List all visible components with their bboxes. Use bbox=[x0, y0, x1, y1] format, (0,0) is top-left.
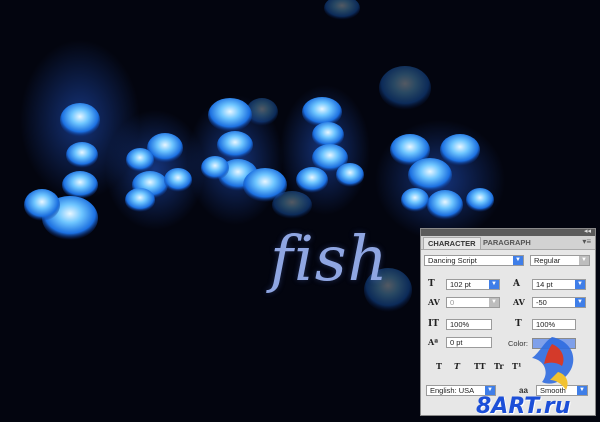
panel-tabs: CHARACTER PARAGRAPH ▾≡ bbox=[421, 236, 595, 250]
tab-paragraph[interactable]: PARAGRAPH bbox=[479, 237, 535, 248]
chevron-down-icon: ▼ bbox=[489, 280, 499, 289]
panel-menu-icon[interactable]: ▾≡ bbox=[582, 237, 591, 246]
font-family-value: Dancing Script bbox=[428, 256, 477, 265]
horizontal-scale-field[interactable]: 100% bbox=[532, 319, 576, 330]
tracking-value: -50 bbox=[536, 298, 547, 307]
vertical-scale-field[interactable]: 100% bbox=[446, 319, 492, 330]
faux-italic-button[interactable]: T bbox=[454, 361, 460, 371]
chevron-down-icon: ▼ bbox=[575, 280, 585, 289]
chevron-down-icon: ▼ bbox=[513, 256, 523, 265]
font-style-select[interactable]: Regular ▼ bbox=[530, 255, 590, 266]
kerning-icon: AV bbox=[428, 297, 440, 307]
kerning-field[interactable]: 0 ▼ bbox=[446, 297, 500, 308]
chevron-down-icon: ▼ bbox=[579, 256, 589, 265]
language-value: English: USA bbox=[430, 386, 475, 395]
chevron-down-icon: ▼ bbox=[489, 298, 499, 307]
faux-bold-button[interactable]: T bbox=[436, 361, 442, 371]
font-family-select[interactable]: Dancing Script ▼ bbox=[424, 255, 524, 266]
leading-icon: A bbox=[513, 279, 520, 289]
superscript-button[interactable]: T¹ bbox=[512, 361, 521, 371]
tab-character[interactable]: CHARACTER bbox=[423, 237, 481, 249]
leading-value: 14 pt bbox=[536, 280, 553, 289]
font-size-field[interactable]: 102 pt ▼ bbox=[446, 279, 500, 290]
kerning-value: 0 bbox=[450, 298, 455, 307]
panel-title-bar[interactable]: ◂◂ bbox=[421, 227, 595, 236]
baseline-shift-field[interactable]: 0 pt bbox=[446, 337, 492, 348]
collapse-panel-icon[interactable]: ◂◂ bbox=[584, 227, 591, 235]
font-style-value: Regular bbox=[534, 256, 561, 265]
parrot-logo-icon bbox=[532, 337, 574, 390]
small-caps-button[interactable]: Tr bbox=[494, 361, 504, 371]
font-size-icon: T bbox=[428, 279, 435, 289]
baseline-shift-icon: Aª bbox=[428, 337, 439, 347]
horizontal-scale-icon: T bbox=[515, 319, 522, 329]
font-size-value: 102 pt bbox=[450, 280, 471, 289]
leading-field[interactable]: 14 pt ▼ bbox=[532, 279, 586, 290]
all-caps-button[interactable]: TT bbox=[474, 361, 486, 371]
watermark-text: 8ART.ru bbox=[476, 394, 571, 419]
tracking-field[interactable]: -50 ▼ bbox=[532, 297, 586, 308]
vertical-scale-icon: IT bbox=[428, 319, 439, 329]
fish-headline-text: fish bbox=[270, 222, 389, 295]
tracking-icon: AV bbox=[513, 297, 525, 307]
chevron-down-icon: ▼ bbox=[575, 298, 585, 307]
